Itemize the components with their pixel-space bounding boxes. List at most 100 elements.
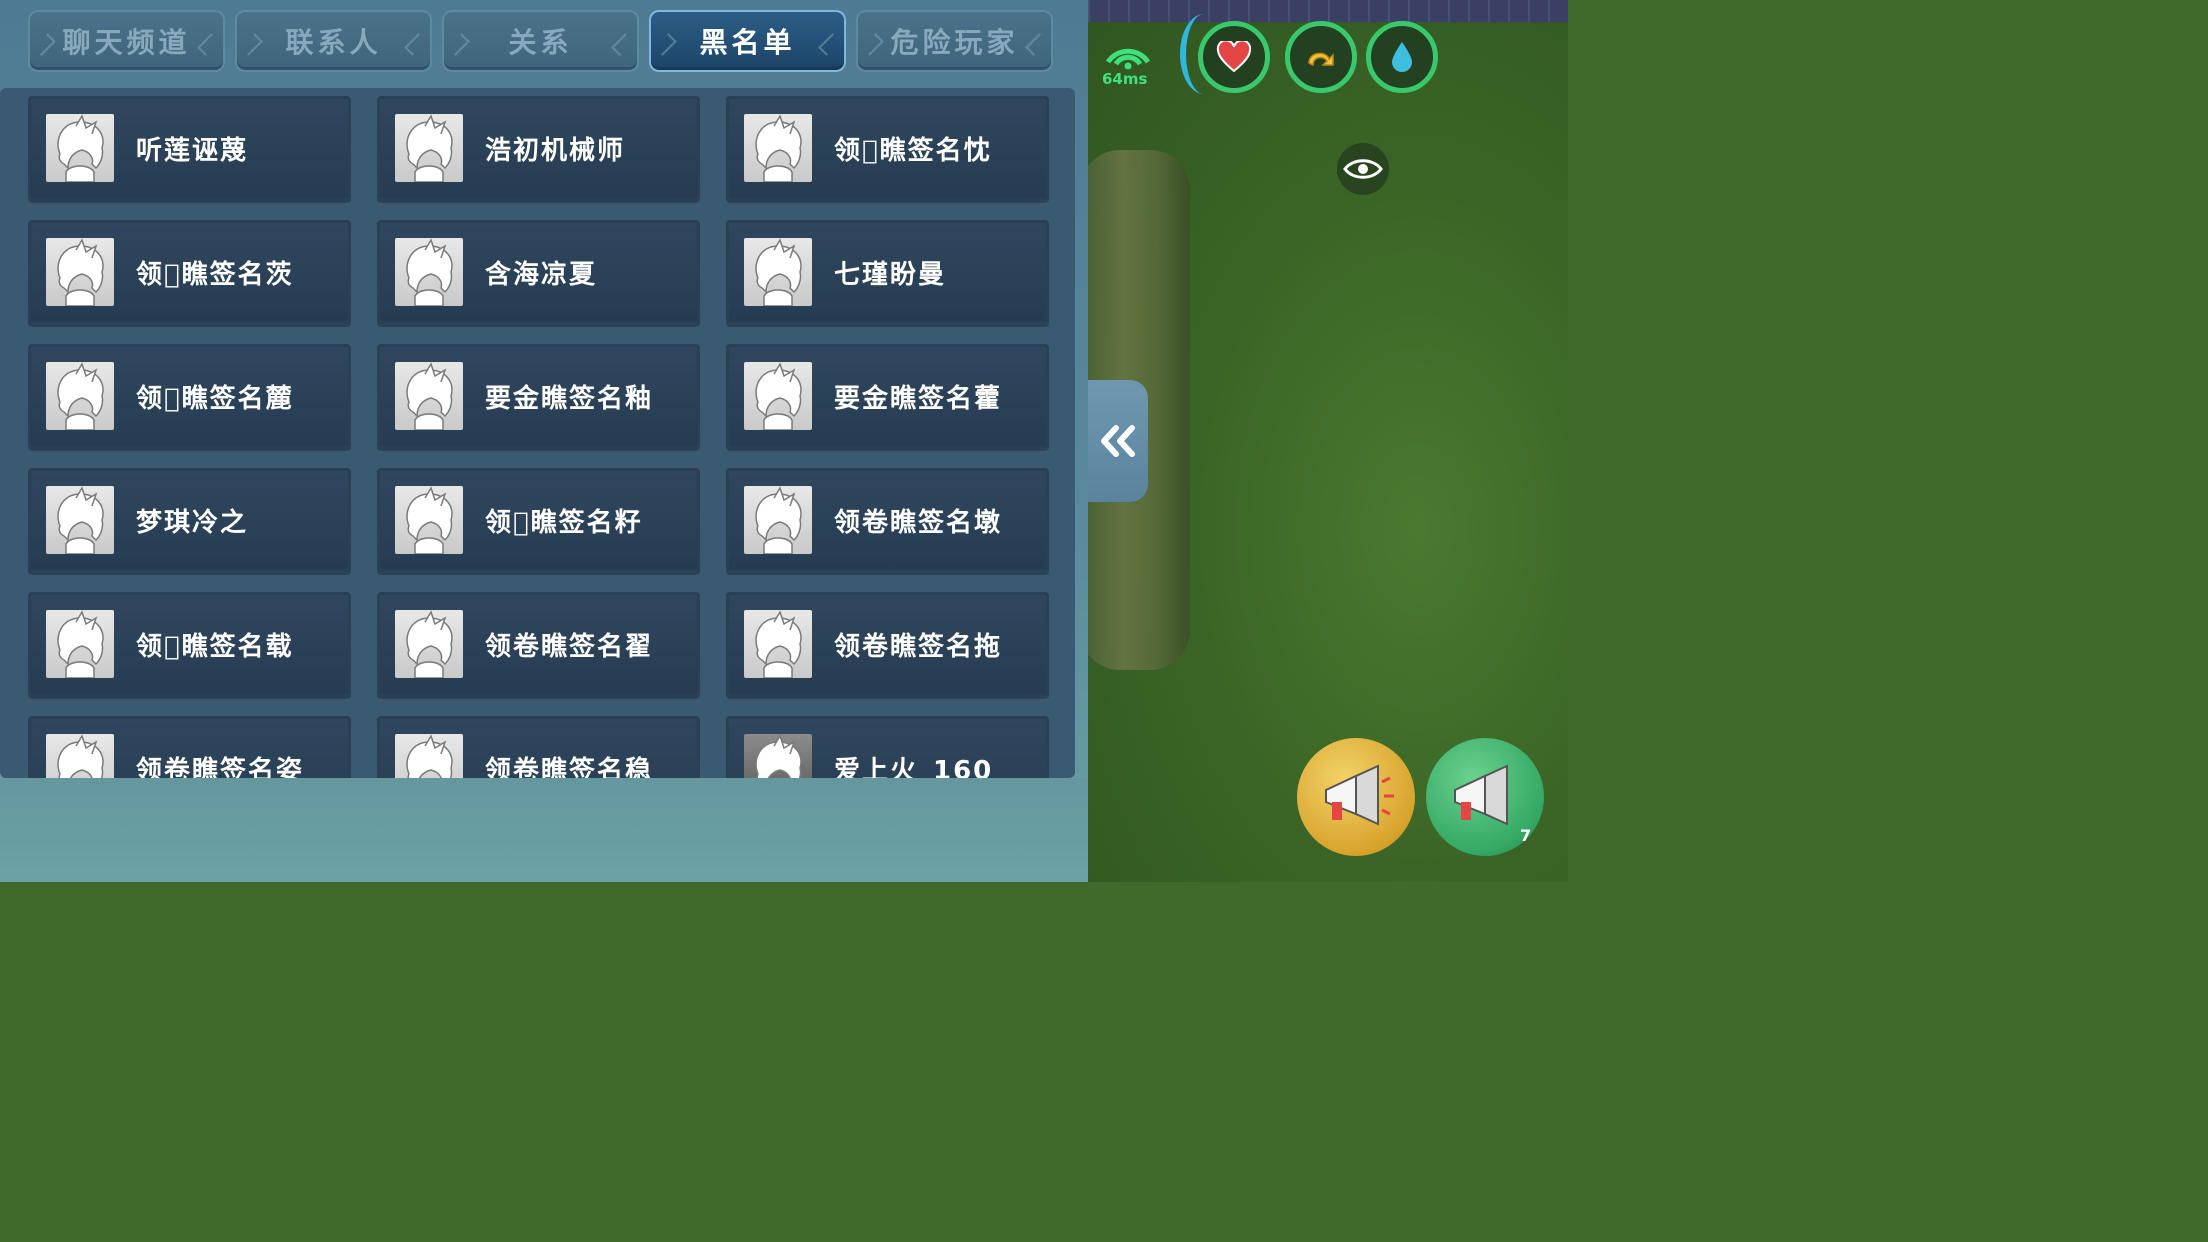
blacklist-card[interactable]: 听莲诬蔑	[28, 96, 351, 200]
player-name: 七瑾盼曼	[834, 259, 947, 290]
blacklist-card[interactable]: 要金瞧签名藿	[726, 344, 1049, 448]
tab-contacts[interactable]: 联系人	[235, 10, 432, 72]
network-signal: 64ms	[1100, 40, 1156, 90]
avatar	[395, 734, 463, 778]
avatar-silhouette-icon	[57, 487, 104, 554]
avatar-silhouette-icon	[57, 611, 104, 678]
tab-dangerous-players[interactable]: 危险玩家	[856, 10, 1053, 72]
player-name: 领卷瞧签名墩	[834, 507, 1003, 538]
blacklist-card[interactable]: 要金瞧签名釉	[377, 344, 700, 448]
ping-text: 64ms	[1102, 70, 1148, 88]
blacklist-card[interactable]: 领𨰿瞧签名忱	[726, 96, 1049, 200]
avatar	[744, 362, 812, 430]
player-name: 领𨰿瞧签名籽	[485, 507, 643, 538]
player-name: 领𨰿瞧签名茨	[136, 259, 294, 290]
avatar	[395, 486, 463, 554]
avatar	[46, 238, 114, 306]
collapse-panel-button[interactable]	[1088, 380, 1148, 502]
tab-bar: 聊天频道 联系人 关系 黑名单 危险玩家	[28, 10, 1058, 74]
blacklist-card[interactable]: 领卷瞧签名姿	[28, 716, 351, 778]
avatar-silhouette-icon	[755, 487, 802, 554]
world-wall	[1070, 0, 1568, 22]
health-ring	[1198, 21, 1270, 93]
avatar-silhouette-icon	[406, 487, 453, 554]
blacklist-card[interactable]: 梦琪冷之	[28, 468, 351, 572]
food-icon	[1308, 52, 1334, 67]
megaphone-icon	[1325, 764, 1394, 826]
blacklist-card[interactable]: 领卷瞧签名拖	[726, 592, 1049, 696]
avatar-silhouette-icon	[406, 735, 453, 778]
blacklist-card[interactable]: 浩初机械师	[377, 96, 700, 200]
avatar-silhouette-icon	[57, 735, 104, 778]
tab-relations[interactable]: 关系	[442, 10, 639, 72]
avatar-silhouette-icon	[57, 363, 104, 430]
speaker-count-badge: 7	[1520, 826, 1532, 845]
blacklist-grid: 听莲诬蔑 浩初机械师 领𨰿瞧签名忱 领𨰿瞧签名茨 含海凉夏 七瑾盼曼 领𨰿瞧签名…	[28, 96, 1049, 778]
view-toggle-button[interactable]	[1337, 143, 1389, 195]
avatar	[46, 610, 114, 678]
megaphone-icon	[1454, 764, 1508, 826]
player-name: 领卷瞧签名姿	[136, 755, 305, 779]
player-name: 领卷瞧签名稳	[485, 755, 654, 779]
blacklist-card[interactable]: 领卷瞧签名翟	[377, 592, 700, 696]
avatar	[46, 734, 114, 778]
tab-blacklist[interactable]: 黑名单	[649, 10, 846, 72]
avatar-silhouette-icon	[755, 363, 802, 430]
avatar-silhouette-icon	[406, 115, 453, 182]
avatar-custom	[744, 734, 812, 778]
blacklist-list[interactable]: 听莲诬蔑 浩初机械师 领𨰿瞧签名忱 领𨰿瞧签名茨 含海凉夏 七瑾盼曼 领𨰿瞧签名…	[0, 88, 1075, 778]
hunger-ring	[1285, 21, 1357, 93]
blacklist-card[interactable]: 爱上火_160	[726, 716, 1049, 778]
avatar	[395, 114, 463, 182]
player-name: 爱上火_160	[834, 755, 994, 779]
panel-footer	[0, 778, 1088, 882]
blacklist-card[interactable]: 领卷瞧签名墩	[726, 468, 1049, 572]
heart-icon	[1216, 41, 1252, 73]
player-name: 梦琪冷之	[136, 507, 249, 538]
avatar-silhouette-icon	[755, 115, 802, 182]
player-name: 听莲诬蔑	[136, 135, 249, 166]
avatar	[46, 362, 114, 430]
blacklist-card[interactable]: 领卷瞧签名稳	[377, 716, 700, 778]
blacklist-card[interactable]: 七瑾盼曼	[726, 220, 1049, 324]
avatar-silhouette-icon	[755, 735, 802, 778]
avatar	[744, 486, 812, 554]
social-panel: 聊天频道 联系人 关系 黑名单 危险玩家 听莲诬蔑 浩初机械师 领𨰿瞧签名忱 领…	[0, 0, 1088, 882]
blacklist-card[interactable]: 领𨰿瞧签名麓	[28, 344, 351, 448]
avatar-silhouette-icon	[406, 611, 453, 678]
avatar-silhouette-icon	[406, 239, 453, 306]
wifi-icon	[1105, 48, 1151, 70]
avatar-silhouette-icon	[406, 363, 453, 430]
avatar-silhouette-icon	[57, 115, 104, 182]
player-name: 要金瞧签名藿	[834, 383, 1003, 414]
player-name: 领𨰿瞧签名忱	[834, 135, 992, 166]
water-drop-icon	[1392, 42, 1412, 72]
avatar	[744, 610, 812, 678]
avatar-silhouette-icon	[755, 611, 802, 678]
avatar	[46, 114, 114, 182]
blacklist-card[interactable]: 含海凉夏	[377, 220, 700, 324]
player-name: 领卷瞧签名拖	[834, 631, 1003, 662]
avatar-silhouette-icon	[755, 239, 802, 306]
avatar	[744, 238, 812, 306]
double-chevron-left-icon	[1101, 425, 1135, 457]
water-ring	[1366, 21, 1438, 93]
blacklist-card[interactable]: 领𨰿瞧签名茨	[28, 220, 351, 324]
avatar-silhouette-icon	[57, 239, 104, 306]
player-name: 领𨰿瞧签名麓	[136, 383, 294, 414]
player-name: 含海凉夏	[485, 259, 598, 290]
player-name: 要金瞧签名釉	[485, 383, 654, 414]
broadcast-button[interactable]	[1297, 738, 1415, 856]
blacklist-card[interactable]: 领𨰿瞧签名籽	[377, 468, 700, 572]
avatar	[395, 610, 463, 678]
eye-icon	[1343, 159, 1383, 179]
tab-chat-channel[interactable]: 聊天频道	[28, 10, 225, 72]
avatar	[395, 362, 463, 430]
player-name: 领𨰿瞧签名载	[136, 631, 294, 662]
player-name: 领卷瞧签名翟	[485, 631, 654, 662]
player-name: 浩初机械师	[485, 135, 626, 166]
blacklist-card[interactable]: 领𨰿瞧签名载	[28, 592, 351, 696]
avatar	[395, 238, 463, 306]
avatar	[46, 486, 114, 554]
avatar	[744, 114, 812, 182]
